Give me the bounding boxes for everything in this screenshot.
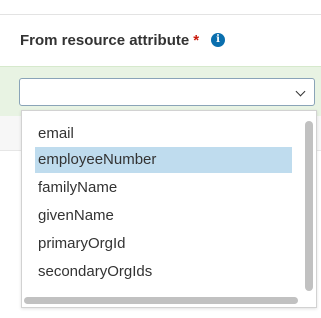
info-icon[interactable]: i <box>211 33 226 47</box>
attribute-dropdown-list: email employeeNumber familyName givenNam… <box>21 110 317 308</box>
field-label: From resource attribute <box>20 31 190 49</box>
chevron-down-icon[interactable] <box>295 86 306 97</box>
top-divider <box>0 14 321 15</box>
vertical-scrollbar[interactable] <box>305 121 313 291</box>
field-label-row: From resource attribute * i <box>20 30 226 50</box>
dropdown-option-secondaryorgids[interactable]: secondaryOrgIds <box>35 259 292 285</box>
dropdown-option-email[interactable]: email <box>35 121 292 147</box>
dropdown-option-givenname[interactable]: givenName <box>35 203 292 229</box>
required-marker: * <box>193 31 200 49</box>
horizontal-scrollbar[interactable] <box>24 297 298 304</box>
resource-attribute-select[interactable] <box>19 78 315 106</box>
dropdown-option-familyname[interactable]: familyName <box>35 175 292 201</box>
dropdown-option-primaryorgid[interactable]: primaryOrgId <box>35 231 292 257</box>
dropdown-option-employeenumber[interactable]: employeeNumber <box>35 147 292 173</box>
